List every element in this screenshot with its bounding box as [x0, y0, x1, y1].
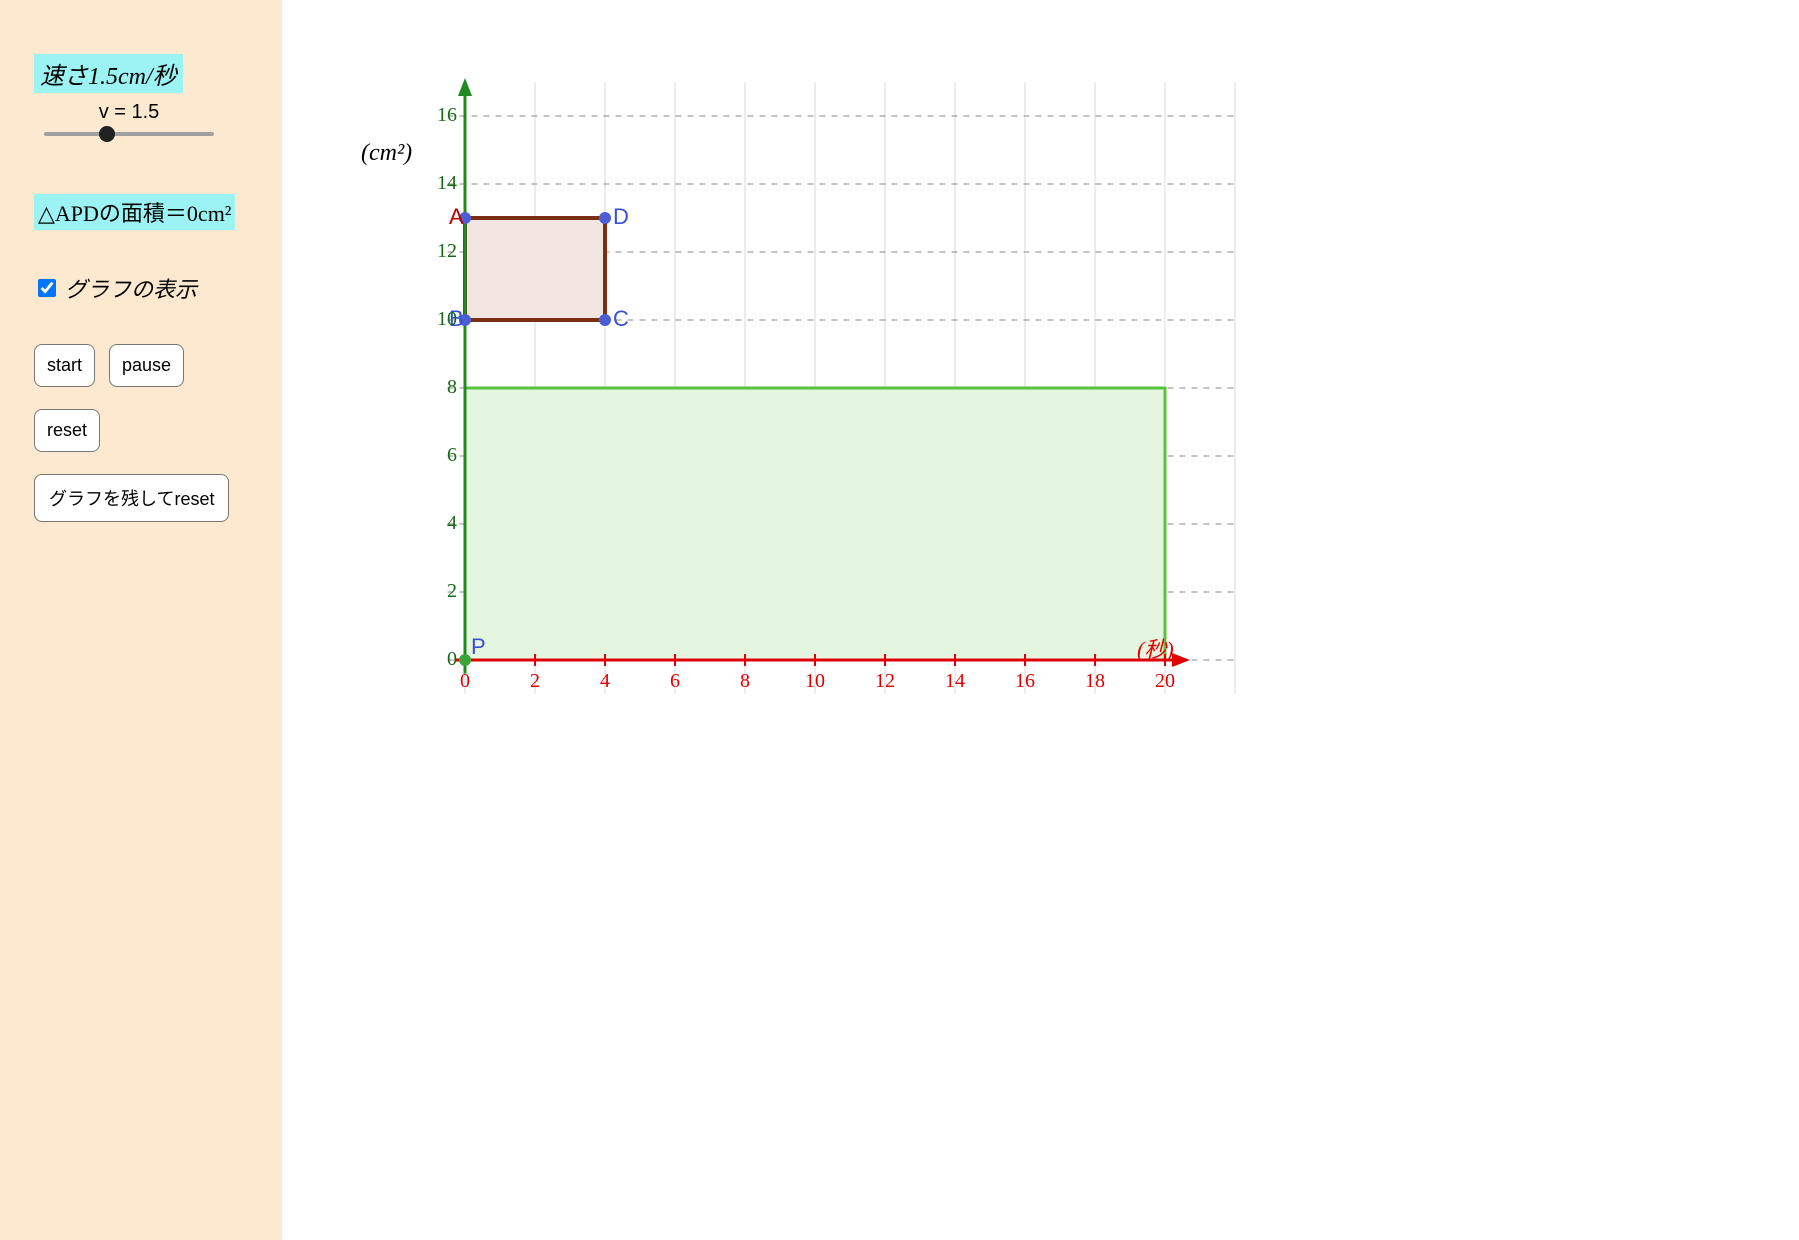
slider-caption: v = 1.5: [34, 101, 224, 124]
show-graph-checkbox[interactable]: [38, 279, 56, 297]
y-axis-label: (cm²): [361, 140, 412, 167]
y-tick-10: 10: [427, 308, 457, 331]
sidebar: 速さ1.5cm/秒 v = 1.5 △APDの面積＝0cm² グラフの表示 st…: [0, 0, 282, 1240]
show-graph-label: グラフの表示: [65, 272, 197, 304]
x-tick-20: 20: [1150, 670, 1180, 693]
x-tick-4: 4: [590, 670, 620, 693]
y-tick-8: 8: [427, 376, 457, 399]
slider-thumb[interactable]: [99, 126, 115, 142]
x-tick-2: 2: [520, 670, 550, 693]
x-tick-6: 6: [660, 670, 690, 693]
x-tick-0: 0: [450, 670, 480, 693]
speed-slider[interactable]: [44, 126, 214, 142]
y-tick-12: 12: [427, 240, 457, 263]
y-tick-2: 2: [427, 580, 457, 603]
plot-canvas[interactable]: (cm²) (秒) ADBCP0246810121416024681012141…: [282, 0, 1799, 1240]
y-tick-6: 6: [427, 444, 457, 467]
x-tick-10: 10: [800, 670, 830, 693]
y-tick-16: 16: [427, 104, 457, 127]
point-label-D: D: [613, 204, 629, 230]
button-row-1: start pause: [34, 344, 184, 387]
point-label-A: A: [449, 204, 464, 230]
y-tick-14: 14: [427, 172, 457, 195]
reset-keep-graph-button[interactable]: グラフを残してreset: [34, 474, 229, 522]
x-tick-12: 12: [870, 670, 900, 693]
pause-button[interactable]: pause: [109, 344, 184, 387]
plot-svg: [282, 0, 1799, 1240]
x-tick-14: 14: [940, 670, 970, 693]
button-row-2: reset: [34, 409, 100, 452]
x-tick-18: 18: [1080, 670, 1110, 693]
x-axis-label: (秒): [1137, 632, 1174, 664]
y-tick-0: 0: [427, 648, 457, 671]
x-tick-8: 8: [730, 670, 760, 693]
reset-button[interactable]: reset: [34, 409, 100, 452]
speed-label: 速さ1.5cm/秒: [34, 54, 183, 93]
button-row-3: グラフを残してreset: [34, 474, 229, 522]
y-tick-4: 4: [427, 512, 457, 535]
show-graph-checkbox-row[interactable]: グラフの表示: [34, 272, 197, 304]
slider-group: v = 1.5: [34, 101, 224, 142]
x-tick-16: 16: [1010, 670, 1040, 693]
slider-track: [44, 132, 214, 136]
point-label-C: C: [613, 306, 629, 332]
area-label: △APDの面積＝0cm²: [34, 194, 235, 230]
point-label-P: P: [471, 634, 486, 660]
start-button[interactable]: start: [34, 344, 95, 387]
